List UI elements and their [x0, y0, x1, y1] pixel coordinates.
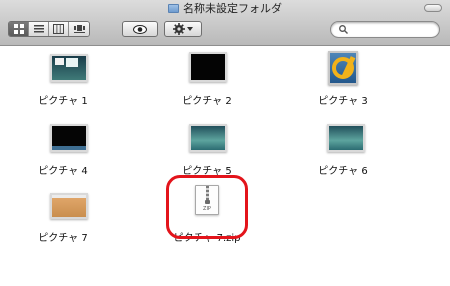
action-menu-button[interactable]	[164, 21, 202, 37]
search-field[interactable]	[330, 21, 440, 38]
folder-icon	[168, 4, 179, 13]
screenshot-thumbnail	[50, 54, 88, 82]
column-view-icon	[53, 24, 64, 34]
screenshot-thumbnail	[327, 124, 365, 152]
eye-icon	[133, 24, 147, 34]
search-input[interactable]	[351, 23, 433, 36]
file-icon-grid: ピクチャ 1 ピクチャ 2 ピクチャ 3 ピクチャ 4 ピクチャ 5 ピクチャ …	[0, 47, 450, 286]
search-icon	[339, 25, 348, 34]
list-view-icon	[33, 25, 44, 33]
xcode-icon	[328, 51, 358, 85]
gear-icon	[173, 23, 185, 35]
file-name-label: ピクチャ 6	[318, 166, 368, 177]
file-name-label: ピクチャ 2	[182, 96, 232, 107]
screenshot-thumbnail	[50, 124, 88, 152]
screenshot-thumbnail	[189, 52, 227, 82]
coverflow-view-icon	[73, 25, 85, 33]
hammer-icon	[332, 56, 356, 79]
finder-window: 名称未設定フォルダ ピクチャ 1 ピクチャ 2 ピクチャ 3 ピクチャ 4 ピク…	[0, 0, 450, 286]
screenshot-thumbnail	[50, 193, 88, 219]
screenshot-thumbnail	[189, 124, 227, 152]
toolbar-toggle-button[interactable]	[424, 4, 442, 12]
view-mode-control	[8, 21, 90, 37]
highlight-annotation-circle	[166, 175, 248, 239]
file-name-label: ピクチャ 4	[38, 166, 88, 177]
icon-view-icon	[13, 24, 24, 34]
file-name-label: ピクチャ 1	[38, 96, 88, 107]
quick-look-button[interactable]	[122, 21, 158, 37]
window-toolbar: 名称未設定フォルダ	[0, 0, 450, 46]
coverflow-view-button[interactable]	[69, 22, 89, 36]
window-title-bar: 名称未設定フォルダ	[0, 2, 450, 16]
list-view-button[interactable]	[29, 22, 49, 36]
file-name-label: ピクチャ 3	[318, 96, 368, 107]
window-title: 名称未設定フォルダ	[183, 2, 282, 15]
icon-view-button[interactable]	[9, 22, 29, 36]
chevron-down-icon	[187, 27, 193, 31]
file-name-label: ピクチャ 7	[38, 233, 88, 244]
column-view-button[interactable]	[49, 22, 69, 36]
